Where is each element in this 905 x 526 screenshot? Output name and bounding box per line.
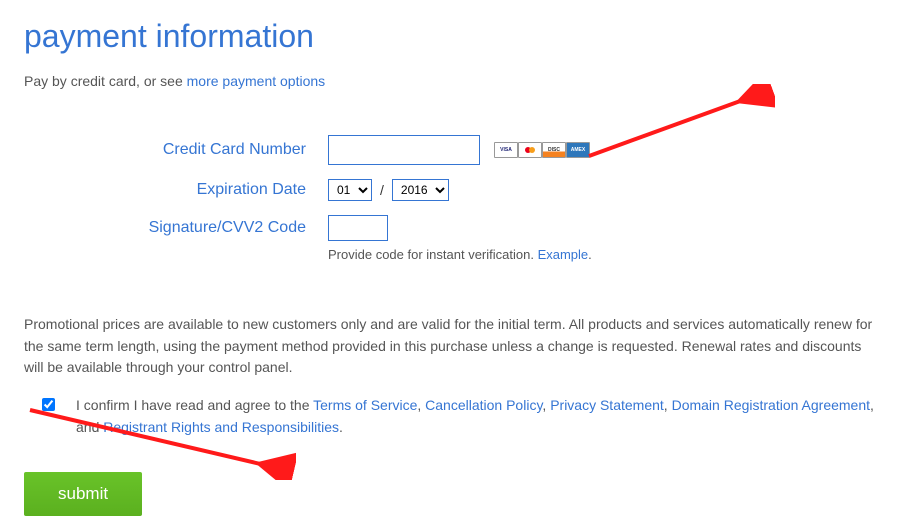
more-payment-options-link[interactable]: more payment options [187,73,326,89]
cc-label: Credit Card Number [24,141,328,159]
exp-year-select[interactable]: 2016 [392,179,449,201]
submit-button[interactable]: submit [24,472,142,516]
mastercard-icon [518,142,542,158]
registrant-link[interactable]: Registrant Rights and Responsibilities [103,419,339,435]
visa-icon: VISA [494,142,518,158]
privacy-link[interactable]: Privacy Statement [550,397,664,413]
cvv-example-link[interactable]: Example [538,247,589,262]
cc-input[interactable] [328,135,480,165]
card-icons: VISA DISC AMEX [494,142,590,158]
tos-link[interactable]: Terms of Service [313,397,417,413]
agree-label: I confirm I have read and agree to the T… [76,395,881,438]
exp-label: Expiration Date [24,181,328,199]
intro-prefix: Pay by credit card, or see [24,73,187,89]
intro-text: Pay by credit card, or see more payment … [24,73,881,89]
page-title: payment information [24,18,881,55]
agree-checkbox[interactable] [42,398,55,411]
date-separator: / [378,182,386,198]
cvv-label: Signature/CVV2 Code [24,219,328,237]
cvv-input[interactable] [328,215,388,241]
domain-agreement-link[interactable]: Domain Registration Agreement [672,397,870,413]
promo-text: Promotional prices are available to new … [24,314,881,379]
cancellation-link[interactable]: Cancellation Policy [425,397,542,413]
discover-icon: DISC [542,142,566,158]
exp-month-select[interactable]: 01 [328,179,372,201]
cvv-hint: Provide code for instant verification. E… [328,247,881,262]
amex-icon: AMEX [566,142,590,158]
